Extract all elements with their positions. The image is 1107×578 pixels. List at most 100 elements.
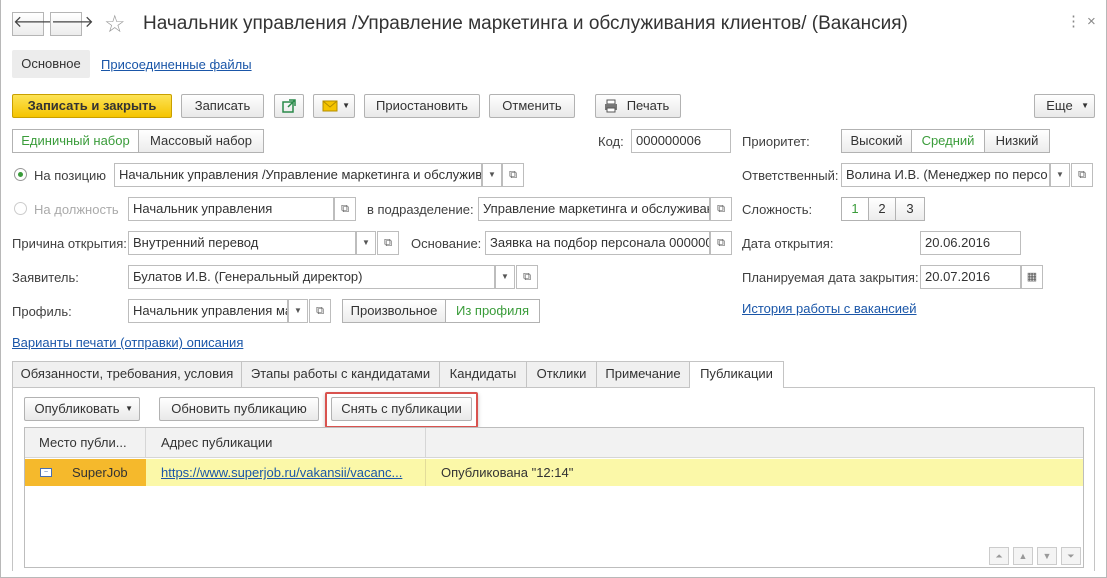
column-header-address[interactable]: Адрес публикации [146,428,426,458]
window-controls[interactable]: ⋮× [1066,12,1102,30]
mode-mass[interactable]: Массовый набор [138,129,264,153]
tab-publications[interactable]: Публикации [689,361,784,388]
complexity-3[interactable]: 3 [895,197,925,221]
print-button[interactable]: Печать [595,94,681,118]
priority-high[interactable]: Высокий [841,129,912,153]
publish-button[interactable]: Опубликовать ▼ [24,397,140,421]
close-icon[interactable]: × [1087,13,1102,30]
document-icon: ~ [40,468,52,477]
tab-candidates[interactable]: Кандидаты [439,361,527,387]
cancel-button[interactable]: Отменить [489,94,575,118]
dept-field[interactable]: Управление маркетинга и обслуживан [478,197,710,221]
back-button[interactable]: 🡐 [12,12,56,36]
save-button[interactable]: Записать [181,94,264,118]
reason-field[interactable]: Внутренний перевод [128,231,356,255]
priority-label: Приоритет: [742,134,810,149]
profile-field[interactable]: Начальник управления ма [128,299,288,323]
update-publication-button[interactable]: Обновить публикацию [159,397,319,421]
code-label: Код: [598,134,624,149]
chevron-down-icon: ▼ [1081,101,1089,110]
responsible-dropdown[interactable]: ▼ [1050,163,1070,187]
scroll-top-icon[interactable]: ⏶ [989,547,1009,565]
basis-open-icon[interactable]: ⧉ [710,231,732,255]
radio-position[interactable] [14,168,27,181]
table-header: Место публи... Адрес публикации [25,428,1083,458]
publish-label: Опубликовать [34,401,120,416]
basis-field[interactable]: Заявка на подбор персонала 000000 [485,231,710,255]
status-cell: Опубликована "12:14" [441,465,574,480]
position-open-icon[interactable]: ⧉ [502,163,524,187]
calendar-icon[interactable]: ▦ [1021,265,1043,289]
tab-duties[interactable]: Обязанности, требования, условия [12,361,242,387]
responsible-open-icon[interactable]: ⧉ [1071,163,1093,187]
position-field[interactable]: Начальник управления /Управление маркети… [114,163,482,187]
responsible-label: Ответственный: [742,168,839,183]
position-label: На позицию [34,168,107,183]
job-field[interactable]: Начальник управления [128,197,334,221]
history-link[interactable]: История работы с вакансией [742,301,917,316]
scroll-down-icon[interactable]: ▼ [1037,547,1057,565]
complexity-2[interactable]: 2 [868,197,896,221]
window-title: Начальник управления /Управление маркети… [143,13,908,34]
applicant-open-icon[interactable]: ⧉ [516,265,538,289]
remove-publication-button[interactable]: Снять с публикации [331,397,472,421]
more-icon[interactable]: ⋮ [1066,13,1087,30]
position-dropdown[interactable]: ▼ [482,163,502,187]
external-link-icon [282,99,296,113]
reason-open-icon[interactable]: ⧉ [377,231,399,255]
scroll-bottom-icon[interactable]: ⏷ [1061,547,1081,565]
table-row[interactable]: ~ SuperJob https://www.superjob.ru/vakan… [25,459,1083,486]
reason-label: Причина открытия: [12,236,127,251]
complexity-1[interactable]: 1 [841,197,869,221]
envelope-icon [322,100,338,112]
dept-label: в подразделение: [367,202,474,217]
radio-job[interactable] [14,202,27,215]
reason-dropdown[interactable]: ▼ [356,231,376,255]
responsible-field[interactable]: Волина И.В. (Менеджер по персо [841,163,1050,187]
job-label: На должность [34,202,119,217]
section-files-link[interactable]: Присоединенные файлы [101,57,252,72]
open-external-button[interactable] [274,94,304,118]
mode-single[interactable]: Единичный набор [12,129,139,153]
print-variants-link[interactable]: Варианты печати (отправки) описания [12,335,243,350]
open-date-label: Дата открытия: [742,236,834,251]
code-field[interactable]: 000000006 [631,129,731,153]
close-date-label: Планируемая дата закрытия: [742,270,919,285]
url-cell[interactable]: https://www.superjob.ru/vakansii/vacanc.… [146,459,426,486]
table-nav: ⏶ ▲ ▼ ⏷ [985,547,1081,565]
profile-arbitrary[interactable]: Произвольное [342,299,446,323]
close-date-field[interactable]: 20.07.2016 [920,265,1021,289]
place-text: SuperJob [72,465,128,480]
section-main[interactable]: Основное [12,50,90,78]
chevron-down-icon: ▼ [342,101,350,110]
applicant-dropdown[interactable]: ▼ [495,265,515,289]
applicant-field[interactable]: Булатов И.В. (Генеральный директор) [128,265,495,289]
job-open-icon[interactable]: ⧉ [334,197,356,221]
more-button[interactable]: Еще ▼ [1034,94,1095,118]
favorite-star-icon[interactable]: ☆ [104,10,126,39]
place-cell[interactable]: ~ SuperJob [25,459,146,486]
chevron-down-icon: ▼ [125,404,133,413]
profile-dropdown[interactable]: ▼ [288,299,308,323]
scroll-up-icon[interactable]: ▲ [1013,547,1033,565]
forward-arrow-icon: 🡒 [51,14,94,31]
profile-from-profile[interactable]: Из профиля [445,299,540,323]
save-close-button[interactable]: Записать и закрыть [12,94,172,118]
forward-button[interactable]: 🡒 [50,12,94,36]
basis-label: Основание: [411,236,482,251]
suspend-button[interactable]: Приостановить [364,94,480,118]
profile-open-icon[interactable]: ⧉ [309,299,331,323]
column-header-place[interactable]: Место публи... [25,428,146,458]
email-button[interactable]: ▼ [313,94,355,118]
dept-open-icon[interactable]: ⧉ [710,197,732,221]
print-label: Печать [626,98,670,113]
priority-low[interactable]: Низкий [984,129,1050,153]
priority-medium[interactable]: Средний [911,129,985,153]
tab-notes[interactable]: Примечание [596,361,690,387]
publications-table: Место публи... Адрес публикации ~ SuperJ… [24,427,1084,568]
tab-responses[interactable]: Отклики [526,361,597,387]
tab-joiner [690,386,783,388]
profile-label: Профиль: [12,304,72,319]
tab-stages[interactable]: Этапы работы с кандидатами [241,361,440,387]
open-date-field[interactable]: 20.06.2016 [920,231,1021,255]
